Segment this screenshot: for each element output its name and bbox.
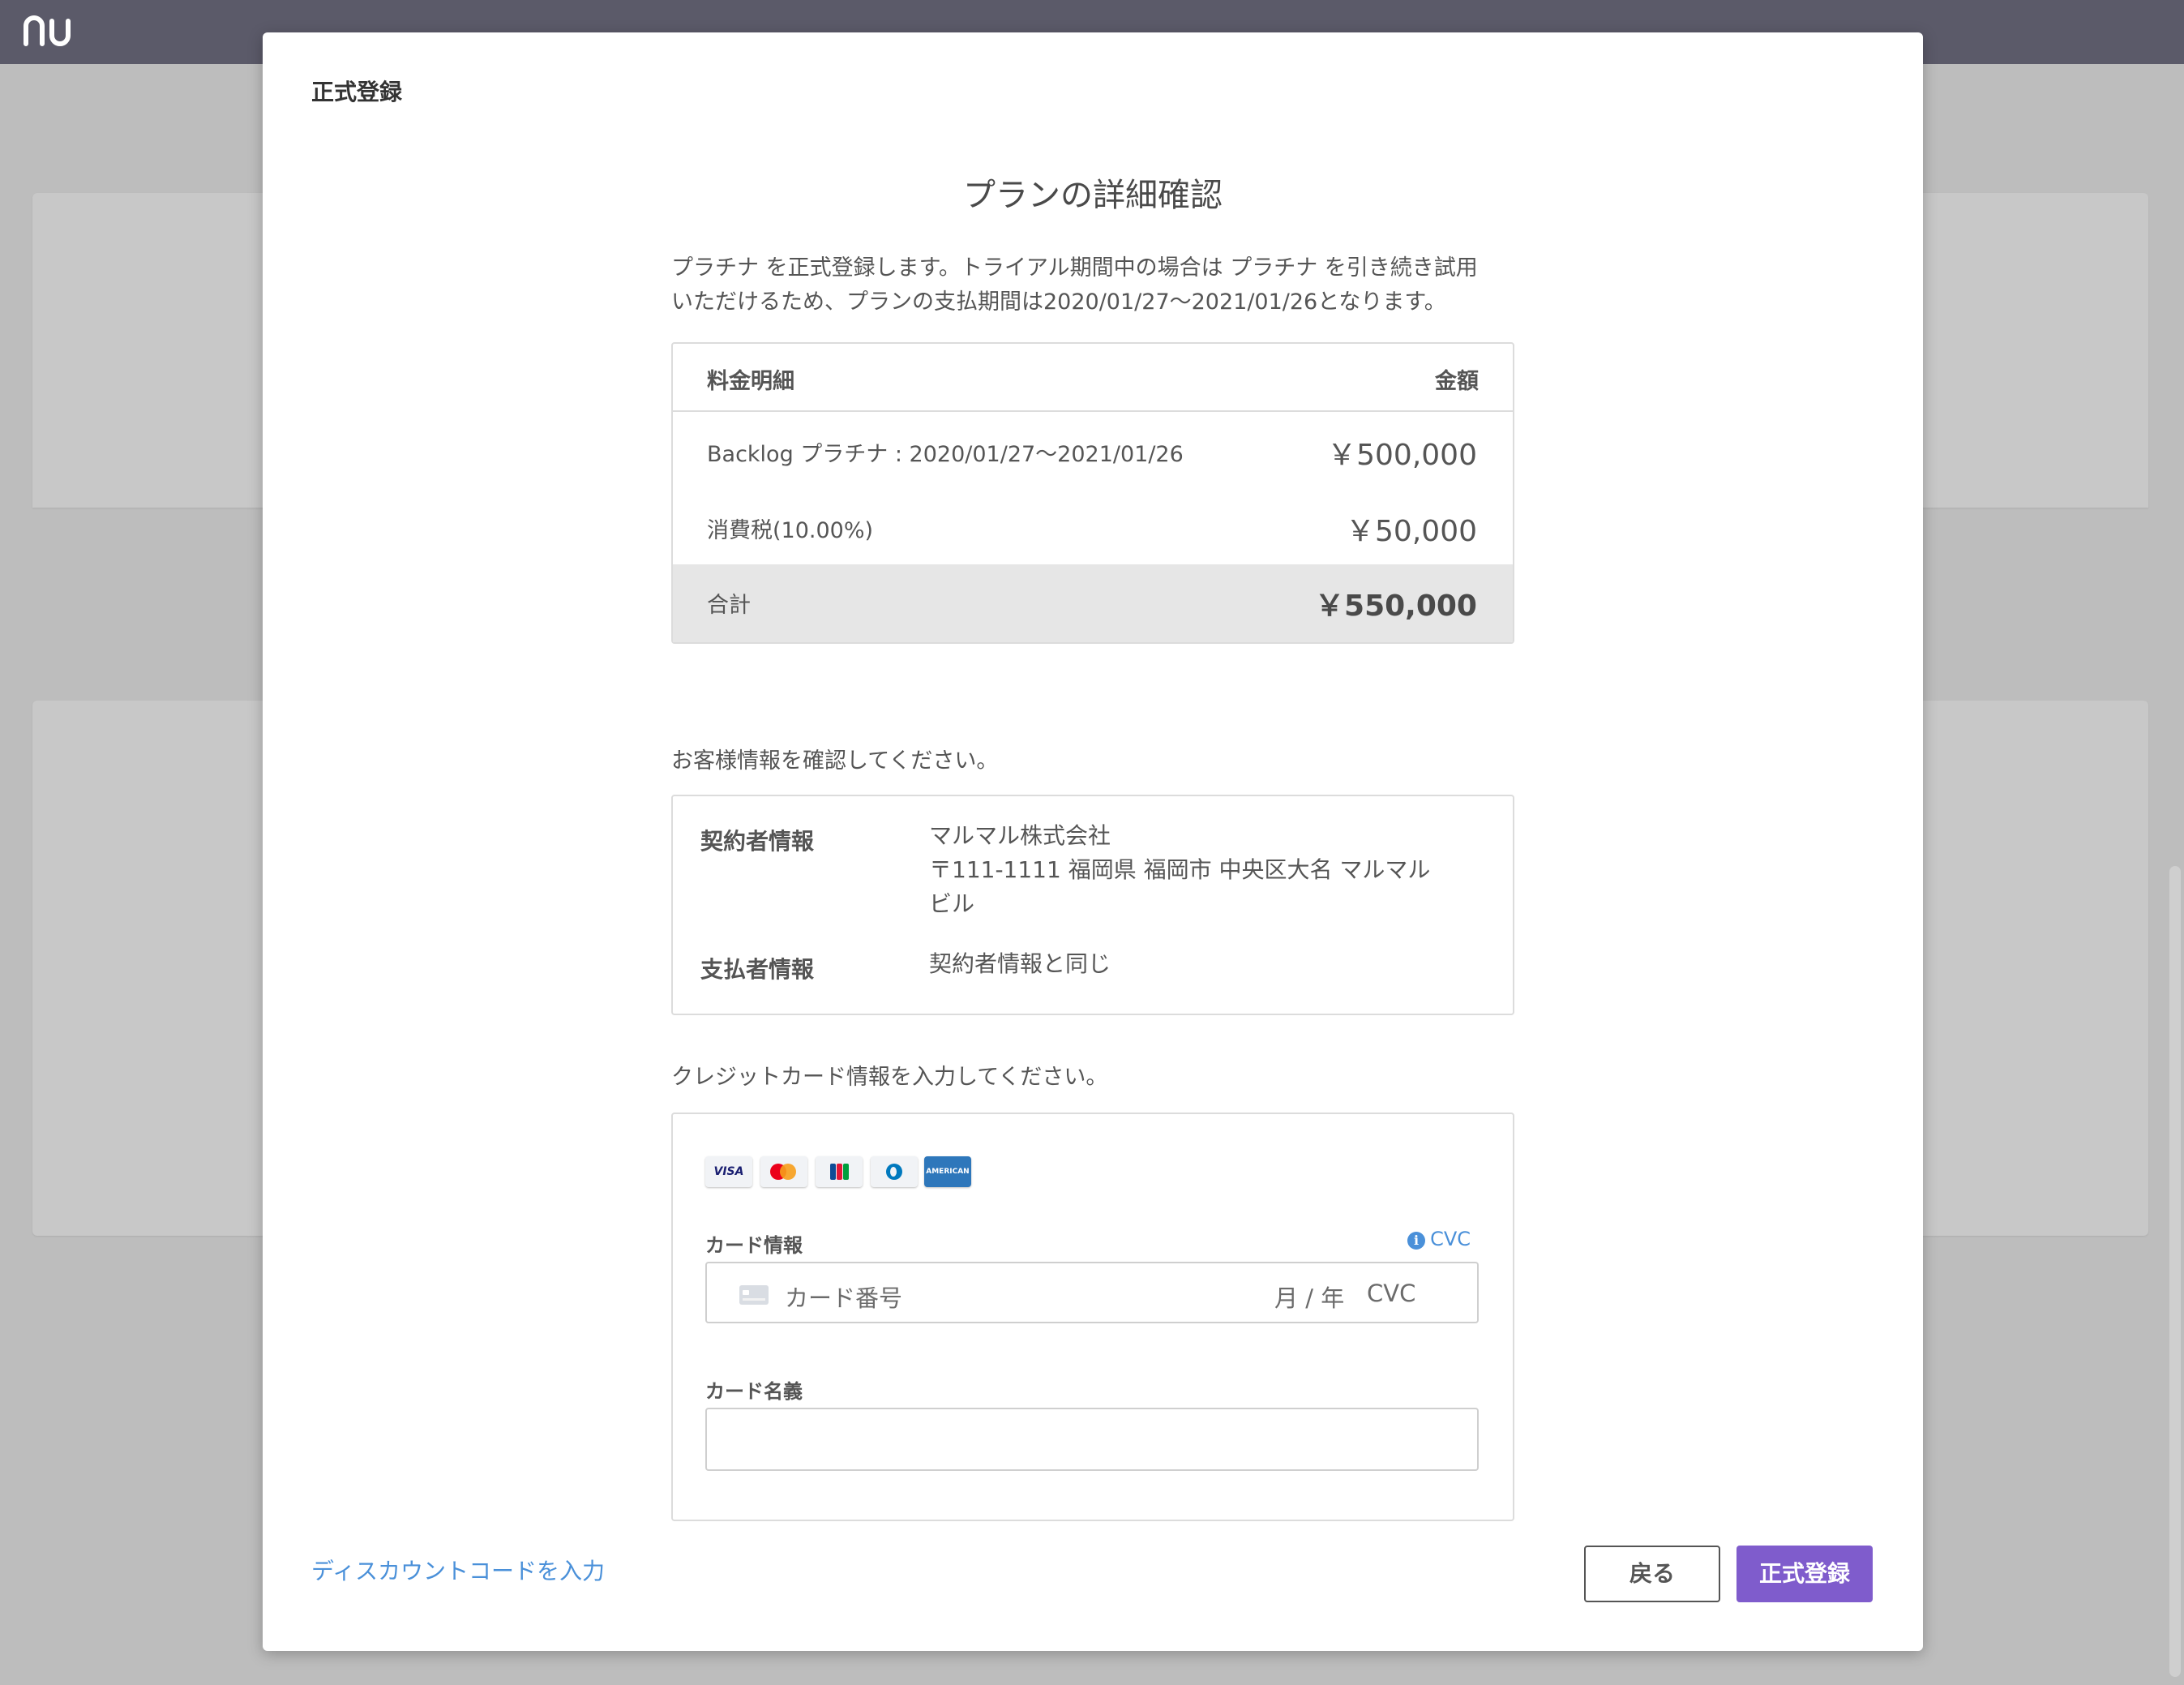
page-scrollbar[interactable] [2169, 866, 2181, 1677]
credit-card-icon [739, 1285, 769, 1305]
contractor-label: 契約者情報 [700, 828, 815, 855]
customer-prompt: お客様情報を確認してください。 [671, 748, 999, 774]
price-header-item: 料金明細 [707, 369, 794, 394]
price-row-label: 消費税(10.00%) [707, 518, 874, 543]
contractor-line: 〒111-1111 福岡県 福岡市 中央区大名 マルマル [929, 856, 1431, 883]
nu-logo-icon[interactable] [23, 11, 79, 52]
intro-text: プラチナ を正式登録します。トライアル期間中の場合は プラチナ を引き続き試用 … [671, 251, 1514, 319]
contractor-line: ビル [929, 890, 975, 917]
card-expiry-field[interactable]: 月 / 年 [1274, 1280, 1344, 1314]
amex-icon: AMERICAN EXPRESS [924, 1156, 971, 1207]
card-name-label: カード名義 [705, 1380, 803, 1403]
card-info-label: カード情報 [705, 1234, 803, 1257]
discount-code-link[interactable]: ディスカウントコードを入力 [311, 1554, 605, 1586]
cvc-help-link[interactable]: i CVC [1407, 1228, 1471, 1250]
total-label: 合計 [707, 593, 751, 618]
card-number-field[interactable]: カード番号 [785, 1280, 902, 1314]
price-row-label: Backlog プラチナ : 2020/01/27〜2021/01/26 [707, 442, 1184, 467]
price-header-amount: 金額 [1435, 369, 1479, 394]
info-icon: i [1407, 1232, 1426, 1250]
page-title: プランの詳細確認 [963, 177, 1223, 214]
contractor-line: マルマル株式会社 [929, 822, 1111, 849]
mastercard-icon [760, 1156, 807, 1187]
total-amount: ￥550,000 [1315, 590, 1477, 623]
diners-icon [871, 1156, 918, 1187]
price-row-amount: ￥50,000 [1346, 515, 1477, 548]
payer-label: 支払者情報 [700, 956, 815, 983]
price-row-total: 合計 ￥550,000 [673, 564, 1513, 642]
intro-line: いただけるため、プランの支払期間は2020/01/27〜2021/01/26とな… [671, 289, 1446, 315]
price-row-tax: 消費税(10.00%) ￥50,000 [673, 490, 1513, 566]
jcb-icon [816, 1156, 863, 1187]
card-name-input[interactable] [705, 1408, 1479, 1471]
cvc-help-text: CVC [1430, 1228, 1471, 1250]
price-row-amount: ￥500,000 [1327, 439, 1477, 472]
back-button[interactable]: 戻る [1584, 1546, 1720, 1602]
card-prompt: クレジットカード情報を入力してください。 [671, 1065, 1108, 1090]
credit-card-box: VISA AMERICAN EXPRESS カード情報 iCVC カード番号 [671, 1113, 1514, 1521]
card-cvc-field[interactable]: CVC [1367, 1280, 1415, 1307]
payer-value: 契約者情報と同じ [929, 950, 1111, 977]
visa-icon: VISA [705, 1156, 752, 1187]
card-details-input[interactable]: カード番号 月 / 年 CVC [705, 1262, 1479, 1323]
price-table-header: 料金明細 金額 [673, 344, 1513, 412]
price-table: 料金明細 金額 Backlog プラチナ : 2020/01/27〜2021/0… [671, 342, 1514, 644]
price-row-plan: Backlog プラチナ : 2020/01/27〜2021/01/26 ￥50… [673, 414, 1513, 490]
registration-modal: 正式登録 プランの詳細確認 プラチナ を正式登録します。トライアル期間中の場合は… [263, 32, 1923, 1651]
register-button[interactable]: 正式登録 [1736, 1546, 1873, 1602]
customer-info-box: 契約者情報 マルマル株式会社 〒111-1111 福岡県 福岡市 中央区大名 マ… [671, 795, 1514, 1015]
contractor-value: マルマル株式会社 〒111-1111 福岡県 福岡市 中央区大名 マルマル ビル [929, 819, 1432, 921]
intro-line: プラチナ を正式登録します。トライアル期間中の場合は プラチナ を引き続き試用 [671, 255, 1478, 281]
modal-header: 正式登録 [311, 79, 403, 105]
